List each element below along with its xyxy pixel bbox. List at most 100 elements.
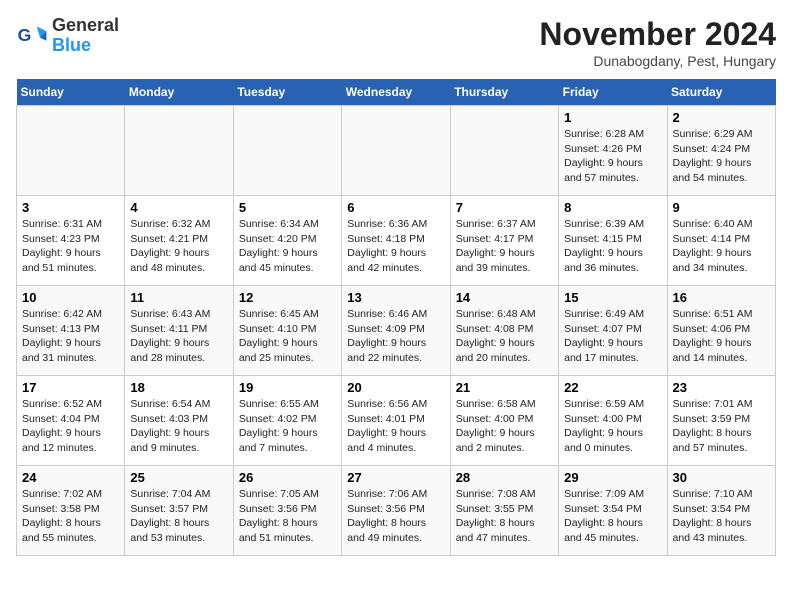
day-info: Sunrise: 6:36 AM Sunset: 4:18 PM Dayligh… (347, 217, 444, 276)
day-number: 7 (456, 200, 553, 215)
day-number: 9 (673, 200, 770, 215)
calendar-cell: 12 Sunrise: 6:45 AM Sunset: 4:10 PM Dayli… (233, 286, 341, 376)
calendar-cell: 18 Sunrise: 6:54 AM Sunset: 4:03 PM Dayli… (125, 376, 233, 466)
logo-line1: General (52, 16, 119, 36)
day-info: Sunrise: 6:45 AM Sunset: 4:10 PM Dayligh… (239, 307, 336, 366)
week-row-3: 10 Sunrise: 6:42 AM Sunset: 4:13 PM Dayli… (17, 286, 776, 376)
day-number: 17 (22, 380, 119, 395)
day-info: Sunrise: 6:42 AM Sunset: 4:13 PM Dayligh… (22, 307, 119, 366)
calendar-cell: 4 Sunrise: 6:32 AM Sunset: 4:21 PM Daylig… (125, 196, 233, 286)
day-info: Sunrise: 6:34 AM Sunset: 4:20 PM Dayligh… (239, 217, 336, 276)
weekday-header-sunday: Sunday (17, 79, 125, 106)
month-title: November 2024 (539, 16, 776, 53)
calendar-cell: 24Sunrise: 7:02 AM Sunset: 3:58 PM Dayli… (17, 466, 125, 556)
calendar-cell: 1 Sunrise: 6:28 AM Sunset: 4:26 PM Daylig… (559, 106, 667, 196)
calendar-table: SundayMondayTuesdayWednesdayThursdayFrid… (16, 79, 776, 556)
day-number: 16 (673, 290, 770, 305)
logo-line2: Blue (52, 36, 119, 56)
day-info: Sunrise: 7:06 AM Sunset: 3:56 PM Dayligh… (347, 487, 444, 546)
calendar-cell: 16 Sunrise: 6:51 AM Sunset: 4:06 PM Dayli… (667, 286, 775, 376)
calendar-cell: 9 Sunrise: 6:40 AM Sunset: 4:14 PM Daylig… (667, 196, 775, 286)
calendar-cell: 23 Sunrise: 7:01 AM Sunset: 3:59 PM Dayli… (667, 376, 775, 466)
calendar-cell: 8Sunrise: 6:39 AM Sunset: 4:15 PM Daylig… (559, 196, 667, 286)
weekday-header-thursday: Thursday (450, 79, 558, 106)
day-info: Sunrise: 6:31 AM Sunset: 4:23 PM Dayligh… (22, 217, 119, 276)
day-info: Sunrise: 6:59 AM Sunset: 4:00 PM Dayligh… (564, 397, 661, 456)
weekday-header-saturday: Saturday (667, 79, 775, 106)
day-number: 6 (347, 200, 444, 215)
day-info: Sunrise: 6:46 AM Sunset: 4:09 PM Dayligh… (347, 307, 444, 366)
day-number: 28 (456, 470, 553, 485)
calendar-cell: 6 Sunrise: 6:36 AM Sunset: 4:18 PM Daylig… (342, 196, 450, 286)
calendar-cell: 13 Sunrise: 6:46 AM Sunset: 4:09 PM Dayli… (342, 286, 450, 376)
day-info: Sunrise: 7:01 AM Sunset: 3:59 PM Dayligh… (673, 397, 770, 456)
day-info: Sunrise: 7:02 AM Sunset: 3:58 PM Dayligh… (22, 487, 119, 546)
day-number: 12 (239, 290, 336, 305)
day-info: Sunrise: 6:43 AM Sunset: 4:11 PM Dayligh… (130, 307, 227, 366)
logo-text: General Blue (52, 16, 119, 56)
day-number: 21 (456, 380, 553, 395)
day-number: 23 (673, 380, 770, 395)
calendar-cell (233, 106, 341, 196)
weekday-header-monday: Monday (125, 79, 233, 106)
calendar-cell (17, 106, 125, 196)
day-number: 13 (347, 290, 444, 305)
week-row-5: 24Sunrise: 7:02 AM Sunset: 3:58 PM Dayli… (17, 466, 776, 556)
calendar-cell (125, 106, 233, 196)
day-info: Sunrise: 6:58 AM Sunset: 4:00 PM Dayligh… (456, 397, 553, 456)
week-row-4: 17 Sunrise: 6:52 AM Sunset: 4:04 PM Dayli… (17, 376, 776, 466)
day-info: Sunrise: 6:51 AM Sunset: 4:06 PM Dayligh… (673, 307, 770, 366)
day-info: Sunrise: 7:09 AM Sunset: 3:54 PM Dayligh… (564, 487, 661, 546)
weekday-header-wednesday: Wednesday (342, 79, 450, 106)
day-info: Sunrise: 6:52 AM Sunset: 4:04 PM Dayligh… (22, 397, 119, 456)
calendar-cell: 30Sunrise: 7:10 AM Sunset: 3:54 PM Dayli… (667, 466, 775, 556)
day-info: Sunrise: 6:40 AM Sunset: 4:14 PM Dayligh… (673, 217, 770, 276)
day-number: 27 (347, 470, 444, 485)
calendar-cell (342, 106, 450, 196)
calendar-cell: 20Sunrise: 6:56 AM Sunset: 4:01 PM Dayli… (342, 376, 450, 466)
calendar-cell: 17 Sunrise: 6:52 AM Sunset: 4:04 PM Dayli… (17, 376, 125, 466)
day-number: 19 (239, 380, 336, 395)
day-number: 1 (564, 110, 661, 125)
day-number: 25 (130, 470, 227, 485)
calendar-cell: 27 Sunrise: 7:06 AM Sunset: 3:56 PM Dayli… (342, 466, 450, 556)
calendar-cell: 25 Sunrise: 7:04 AM Sunset: 3:57 PM Dayli… (125, 466, 233, 556)
calendar-cell: 19 Sunrise: 6:55 AM Sunset: 4:02 PM Dayli… (233, 376, 341, 466)
day-number: 4 (130, 200, 227, 215)
day-info: Sunrise: 7:10 AM Sunset: 3:54 PM Dayligh… (673, 487, 770, 546)
day-info: Sunrise: 6:55 AM Sunset: 4:02 PM Dayligh… (239, 397, 336, 456)
calendar-cell: 22 Sunrise: 6:59 AM Sunset: 4:00 PM Dayli… (559, 376, 667, 466)
calendar-cell: 28 Sunrise: 7:08 AM Sunset: 3:55 PM Dayli… (450, 466, 558, 556)
week-row-2: 3 Sunrise: 6:31 AM Sunset: 4:23 PM Daylig… (17, 196, 776, 286)
location-subtitle: Dunabogdany, Pest, Hungary (539, 53, 776, 69)
day-number: 22 (564, 380, 661, 395)
calendar-cell: 5 Sunrise: 6:34 AM Sunset: 4:20 PM Daylig… (233, 196, 341, 286)
calendar-cell: 7Sunrise: 6:37 AM Sunset: 4:17 PM Daylig… (450, 196, 558, 286)
day-info: Sunrise: 6:28 AM Sunset: 4:26 PM Dayligh… (564, 127, 661, 186)
day-number: 29 (564, 470, 661, 485)
day-number: 10 (22, 290, 119, 305)
day-number: 18 (130, 380, 227, 395)
day-info: Sunrise: 7:04 AM Sunset: 3:57 PM Dayligh… (130, 487, 227, 546)
day-info: Sunrise: 7:05 AM Sunset: 3:56 PM Dayligh… (239, 487, 336, 546)
day-info: Sunrise: 6:54 AM Sunset: 4:03 PM Dayligh… (130, 397, 227, 456)
logo-icon: G (16, 20, 48, 52)
day-number: 15 (564, 290, 661, 305)
weekday-header-friday: Friday (559, 79, 667, 106)
calendar-cell: 2Sunrise: 6:29 AM Sunset: 4:24 PM Daylig… (667, 106, 775, 196)
calendar-cell: 15 Sunrise: 6:49 AM Sunset: 4:07 PM Dayli… (559, 286, 667, 376)
day-number: 14 (456, 290, 553, 305)
day-info: Sunrise: 6:49 AM Sunset: 4:07 PM Dayligh… (564, 307, 661, 366)
day-info: Sunrise: 6:32 AM Sunset: 4:21 PM Dayligh… (130, 217, 227, 276)
weekday-header-row: SundayMondayTuesdayWednesdayThursdayFrid… (17, 79, 776, 106)
day-number: 3 (22, 200, 119, 215)
day-number: 2 (673, 110, 770, 125)
day-number: 5 (239, 200, 336, 215)
day-info: Sunrise: 7:08 AM Sunset: 3:55 PM Dayligh… (456, 487, 553, 546)
day-info: Sunrise: 6:48 AM Sunset: 4:08 PM Dayligh… (456, 307, 553, 366)
calendar-cell: 26 Sunrise: 7:05 AM Sunset: 3:56 PM Dayli… (233, 466, 341, 556)
header: G General Blue November 2024 Dunabogdany… (16, 16, 776, 69)
day-number: 26 (239, 470, 336, 485)
day-number: 8 (564, 200, 661, 215)
calendar-cell: 11Sunrise: 6:43 AM Sunset: 4:11 PM Dayli… (125, 286, 233, 376)
